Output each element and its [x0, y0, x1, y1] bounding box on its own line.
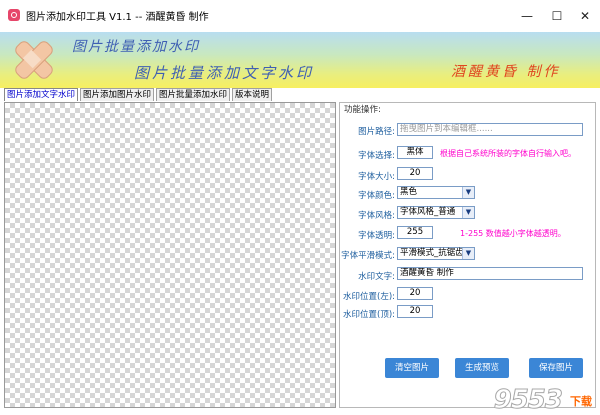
- site-watermark-logo: 9553: [493, 385, 563, 415]
- font-opacity-input[interactable]: 255: [397, 226, 433, 239]
- close-button[interactable]: ✕: [570, 6, 600, 26]
- font-opacity-hint: 1-255 数值越小字体越透明。: [460, 229, 566, 238]
- watermark-text-input[interactable]: 酒醒黄昏 制作: [397, 267, 583, 280]
- font-select-label: 字体选择:: [358, 151, 395, 161]
- font-color-value: 黑色: [400, 187, 418, 197]
- banner-line-2: 图片批量添加文字水印: [134, 64, 315, 82]
- clear-image-button[interactable]: 清空图片: [385, 358, 439, 378]
- pos-left-input[interactable]: 20: [397, 287, 433, 300]
- banner: 图片批量添加水印 图片批量添加文字水印 酒醒黄昏 制作: [0, 32, 600, 88]
- pos-top-input[interactable]: 20: [397, 305, 433, 318]
- font-select-hint: 根据自己系统所装的字体自行输入吧。: [440, 149, 576, 158]
- pos-top-label: 水印位置(顶):: [343, 310, 395, 320]
- image-path-input[interactable]: 拖曳图片到本编辑框......: [397, 123, 583, 136]
- font-color-label: 字体颜色:: [358, 191, 395, 201]
- app-icon: [8, 9, 20, 21]
- tab-bar: 图片添加文字水印 图片添加图片水印 图片批量添加水印 版本说明: [4, 88, 274, 101]
- font-style-select[interactable]: 字体风格_普通 ▼: [397, 206, 475, 219]
- banner-line-1: 图片批量添加水印: [72, 39, 200, 55]
- chevron-down-icon[interactable]: ▼: [462, 207, 474, 218]
- tab-image-watermark[interactable]: 图片添加图片水印: [80, 88, 155, 101]
- panel-legend: 功能操作:: [341, 103, 384, 115]
- font-style-label: 字体风格:: [358, 211, 395, 221]
- font-style-value: 字体风格_普通: [400, 207, 456, 217]
- tab-text-watermark[interactable]: 图片添加文字水印: [4, 88, 79, 101]
- site-watermark-sub: 下载: [570, 395, 592, 408]
- font-color-select[interactable]: 黑色 ▼: [397, 186, 475, 199]
- save-image-button[interactable]: 保存图片: [529, 358, 583, 378]
- tab-version-info[interactable]: 版本说明: [232, 88, 273, 101]
- bandage-logo-icon: [8, 34, 56, 86]
- font-opacity-label: 字体透明:: [358, 231, 395, 241]
- smoothing-select[interactable]: 平滑模式_抗锯齿 ▼: [397, 247, 475, 260]
- title-bar: 图片添加水印工具 V1.1 -- 酒醒黄昏 制作 — ☐ ✕: [0, 0, 600, 32]
- image-path-label: 图片路径:: [358, 127, 395, 137]
- watermark-text-label: 水印文字:: [358, 272, 395, 282]
- maximize-button[interactable]: ☐: [542, 6, 572, 26]
- font-size-input[interactable]: 20: [397, 167, 433, 180]
- generate-preview-button[interactable]: 生成预览: [455, 358, 509, 378]
- smoothing-value: 平滑模式_抗锯齿: [400, 248, 464, 258]
- window-title: 图片添加水印工具 V1.1 -- 酒醒黄昏 制作: [26, 12, 209, 23]
- banner-author: 酒醒黄昏 制作: [451, 64, 561, 80]
- tab-batch-watermark[interactable]: 图片批量添加水印: [156, 88, 231, 101]
- pos-left-label: 水印位置(左):: [343, 292, 395, 302]
- font-name-input[interactable]: 黑体: [397, 146, 433, 159]
- minimize-button[interactable]: —: [512, 6, 542, 26]
- chevron-down-icon[interactable]: ▼: [462, 187, 474, 198]
- smoothing-label: 字体平滑模式:: [341, 251, 395, 261]
- font-size-label: 字体大小:: [358, 172, 395, 182]
- image-preview-canvas[interactable]: [4, 102, 336, 408]
- chevron-down-icon[interactable]: ▼: [462, 248, 474, 259]
